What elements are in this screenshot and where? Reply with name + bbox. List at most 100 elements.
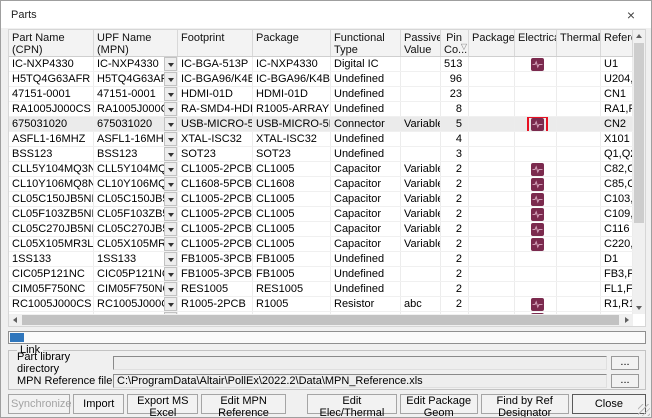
column-header-package2[interactable]: Package [469,30,515,56]
table-row[interactable]: 47151-000147151-0001HDMI-01DHDMI-01DUnde… [9,87,633,102]
cell-pin_count: 2 [441,192,469,206]
vertical-scrollbar[interactable] [633,30,645,314]
table-row[interactable]: CL05C270JB5NNWCCL05C270JB5NNWCCL1005-2PC… [9,222,633,237]
secondary-horizontal-scrollbar[interactable] [8,331,646,344]
part-library-directory-field[interactable] [113,356,607,370]
cell-thermal [557,267,601,281]
chevron-down-icon[interactable] [164,72,177,86]
electrical-model-icon[interactable] [531,178,544,191]
electrical-model-icon[interactable] [531,223,544,236]
table-row[interactable]: IC-NXP4330IC-NXP4330IC-BGA-513PIC-NXP433… [9,57,633,72]
browse-mpn-reference-button[interactable]: ... [611,374,639,388]
chevron-down-icon[interactable] [164,252,177,266]
column-header-reference[interactable]: Reference [601,30,633,56]
cell-reference: FB3,FB5 [601,267,633,281]
table-row[interactable]: CL05F103ZB5NNNCCL05F103ZB5NNNCCL1005-2PC… [9,207,633,222]
edit-elec-thermal-prop-button[interactable]: Edit Elec/Thermal Prop [307,394,397,414]
scroll-up-icon[interactable] [633,30,645,42]
browse-part-library-button[interactable]: ... [611,356,639,370]
chevron-down-icon[interactable] [164,87,177,101]
table-row[interactable]: CLL5Y104MQ3NLNCCLL5Y104MQ3NLNCCL1005-2PC… [9,162,633,177]
chevron-down-icon[interactable] [164,117,177,131]
column-header-mpn[interactable]: UPF Name (MPN) [94,30,178,56]
chevron-down-icon[interactable] [164,177,177,191]
table-row[interactable]: H5TQ4G63AFRH5TQ4G63AFRIC-BGA96/K4B4G16IC… [9,72,633,87]
table-row[interactable]: CL10Y106MQ8NRNCCL10Y106MQ8NRNCCL1608-5PC… [9,177,633,192]
cell-thermal [557,102,601,116]
column-header-cpn[interactable]: Part Name (CPN) [9,30,94,56]
scroll-right-icon[interactable] [621,314,633,326]
electrical-model-icon[interactable] [531,238,544,251]
chevron-down-icon[interactable] [164,267,177,281]
table-row[interactable]: ASFL1-16MHZASFL1-16MHZXTAL-ISC32XTAL-ISC… [9,132,633,147]
cell-cpn: CL10Y106MQ8NRNC [9,177,94,191]
cell-package2 [469,297,515,311]
filter-sort-icon[interactable]: ▽ [461,41,467,53]
column-header-thermal[interactable]: Thermal [557,30,601,56]
table-row[interactable]: RC1005J000CSRC1005J000CSR1005-2PCBR1005R… [9,297,633,312]
close-button[interactable]: Close [572,394,646,414]
chevron-down-icon[interactable] [164,237,177,251]
cell-passive_value: Variable [401,222,441,236]
chevron-down-icon[interactable] [164,132,177,146]
table-row[interactable]: RA1005J000CSRA1005J000CSRA-SMD4-HDHR1005… [9,102,633,117]
table-row[interactable]: CIM05F750NCCIM05F750NCRES1005RES1005Unde… [9,282,633,297]
column-header-passive_value[interactable]: Passive Value [401,30,441,56]
chevron-down-icon[interactable] [164,222,177,236]
horizontal-scroll-thumb[interactable] [22,315,619,325]
electrical-model-icon[interactable] [531,208,544,221]
electrical-model-icon[interactable] [531,298,544,311]
cell-footprint: IC-BGA-513P [178,57,253,71]
scroll-down-icon[interactable] [633,302,645,314]
column-header-functional_type[interactable]: Functional Type [331,30,401,56]
vertical-scroll-thumb[interactable] [634,43,644,223]
cell-passive_value [401,267,441,281]
cell-reference: FL1,FL2 [601,282,633,296]
cell-thermal [557,207,601,221]
mpn-reference-file-field[interactable]: C:\ProgramData\Altair\PollEx\2022.2\Data… [113,374,607,388]
electrical-model-icon[interactable] [531,193,544,206]
blue-scroll-thumb[interactable] [10,333,24,342]
export-ms-excel-button[interactable]: Export MS Excel [127,394,198,414]
table-row[interactable]: CIC05P121NCCIC05P121NCFB1005-3PCBFB1005U… [9,267,633,282]
edit-package-geom-button[interactable]: Edit Package Geom [400,394,478,414]
cell-package: SOT23 [253,147,331,161]
chevron-down-icon[interactable] [164,102,177,116]
table-row[interactable]: BSS123BSS123SOT23SOT23Undefined3Q1,Q2 [9,147,633,162]
chevron-down-icon[interactable] [164,57,177,71]
column-header-package[interactable]: Package [253,30,331,56]
cell-footprint: CL1005-2PCB [178,162,253,176]
table-row[interactable]: CL05C150JB5NNNDCL05C150JB5NNNDCL1005-2PC… [9,192,633,207]
chevron-down-icon[interactable] [164,162,177,176]
table-row[interactable]: CL05X105MR3LNNHCL05X105MR3LNNHCL1005-2PC… [9,237,633,252]
electrical-model-icon[interactable] [531,58,544,71]
resize-grip[interactable] [638,404,650,416]
chevron-down-icon[interactable] [164,297,177,311]
close-icon[interactable]: × [621,7,641,23]
find-by-ref-designator-button[interactable]: Find by Ref Designator [481,394,569,414]
cell-functional_type: Connector [331,117,401,131]
cell-package2 [469,102,515,116]
cell-reference: U1 [601,57,633,71]
electrical-model-icon[interactable] [531,163,544,176]
table-row[interactable]: 675031020675031020USB-MICRO-5PUSB-MICRO-… [9,117,633,132]
synchronize-button[interactable]: Synchronize [8,394,70,414]
edit-mpn-reference-button[interactable]: Edit MPN Reference [201,394,286,414]
scroll-left-icon[interactable] [9,314,21,326]
cell-package2 [469,282,515,296]
chevron-down-icon[interactable] [164,192,177,206]
cell-cpn: CL05X105MR3LNNH [9,237,94,251]
chevron-down-icon[interactable] [164,207,177,221]
column-header-pin_count[interactable]: Pin Co...▽ [441,30,469,56]
cell-package: CL1005 [253,162,331,176]
horizontal-scrollbar[interactable] [9,314,633,326]
column-header-electrical[interactable]: Electrical [515,30,557,56]
chevron-down-icon[interactable] [164,147,177,161]
import-button[interactable]: Import [73,394,124,414]
cell-package2 [469,72,515,86]
column-header-footprint[interactable]: Footprint [178,30,253,56]
chevron-down-icon[interactable] [164,282,177,296]
electrical-model-icon[interactable] [531,118,544,131]
table-row[interactable]: 1SS1331SS133FB1005-3PCBFB1005Undefined2D… [9,252,633,267]
cell-package: IC-NXP4330 [253,57,331,71]
